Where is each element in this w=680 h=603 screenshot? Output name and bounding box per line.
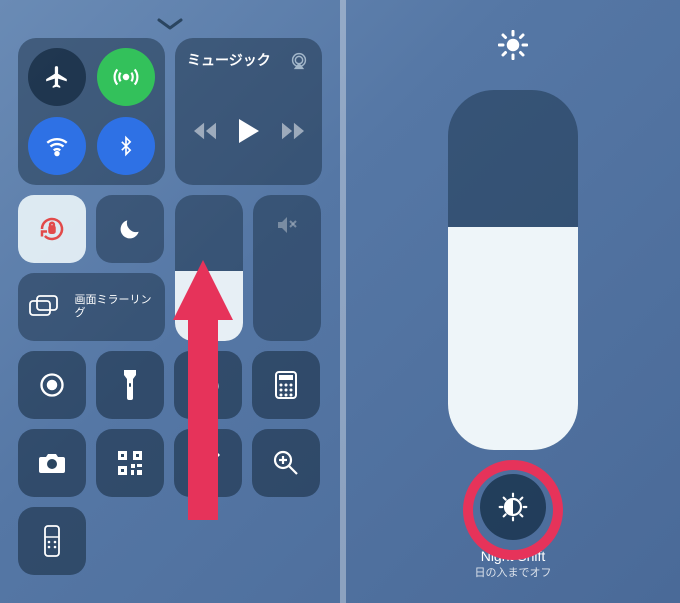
cellular-data-toggle[interactable]	[97, 48, 155, 106]
music-title: ミュージック	[187, 50, 271, 70]
flashlight-icon	[122, 370, 138, 400]
airplay-icon[interactable]	[288, 50, 310, 72]
night-shift-icon	[497, 491, 529, 523]
record-icon	[38, 371, 66, 399]
forward-button[interactable]	[282, 122, 304, 140]
night-shift-title: Night Shift	[481, 548, 546, 564]
remote-icon	[44, 525, 60, 557]
apple-tv-remote-button[interactable]	[18, 507, 86, 575]
camera-button[interactable]	[18, 429, 86, 497]
qr-icon	[117, 450, 143, 476]
magnifier-button[interactable]	[252, 429, 320, 497]
brightness-large-fill	[448, 227, 578, 450]
calculator-button[interactable]	[252, 351, 320, 419]
do-not-disturb-toggle[interactable]	[96, 195, 164, 263]
mute-icon	[275, 213, 299, 237]
camera-icon	[37, 451, 67, 475]
screen-record-button[interactable]	[18, 351, 86, 419]
brightness-slider[interactable]	[175, 195, 243, 341]
volume-slider[interactable]	[253, 195, 321, 341]
brightness-slider-large[interactable]	[448, 90, 578, 450]
bluetooth-toggle[interactable]	[97, 117, 155, 175]
rewind-button[interactable]	[194, 122, 216, 140]
screen-mirroring-button[interactable]: 画面ミラーリング	[18, 273, 165, 341]
timer-button[interactable]	[174, 351, 242, 419]
connectivity-module[interactable]	[18, 38, 165, 185]
night-shift-subtitle: 日の入までオフ	[475, 564, 552, 580]
night-shift-button[interactable]	[480, 474, 546, 540]
play-button[interactable]	[238, 119, 260, 143]
magnifier-icon	[272, 449, 300, 477]
calculator-icon	[275, 371, 297, 399]
brightness-icon	[198, 305, 220, 327]
brightness-detail-panel: Night Shift 日の入までオフ	[340, 0, 680, 603]
wifi-toggle[interactable]	[28, 117, 86, 175]
qr-code-button[interactable]	[96, 429, 164, 497]
compose-icon	[195, 450, 221, 476]
dismiss-chevron[interactable]	[18, 18, 322, 32]
brightness-indicator-icon	[498, 30, 528, 60]
control-center-panel: ミュージック	[0, 0, 340, 603]
music-module[interactable]: ミュージック	[175, 38, 322, 185]
orientation-lock-toggle[interactable]	[18, 195, 86, 263]
timer-icon	[194, 371, 222, 399]
airplane-mode-toggle[interactable]	[28, 48, 86, 106]
flashlight-button[interactable]	[96, 351, 164, 419]
screen-mirroring-label: 画面ミラーリング	[75, 294, 155, 320]
notes-button[interactable]	[174, 429, 242, 497]
